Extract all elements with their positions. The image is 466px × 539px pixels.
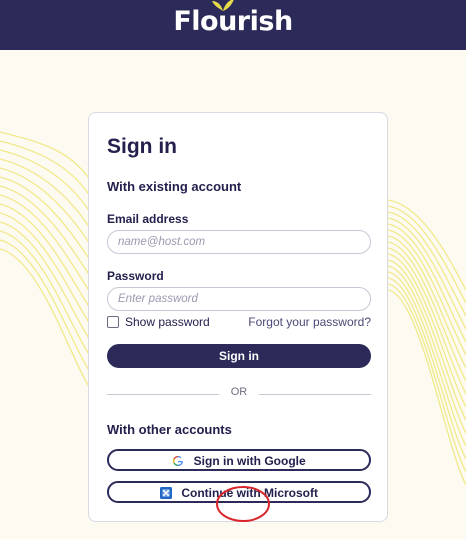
google-signin-button[interactable]: Sign in with Google bbox=[107, 449, 371, 471]
red-annotation-circle bbox=[216, 486, 270, 522]
google-icon bbox=[173, 455, 184, 466]
email-label: Email address bbox=[107, 212, 189, 226]
signin-button[interactable]: Sign in bbox=[107, 344, 371, 368]
email-field[interactable] bbox=[107, 230, 371, 254]
signin-card: Sign in With existing account Email addr… bbox=[88, 112, 388, 522]
microsoft-icon bbox=[160, 486, 172, 499]
leaf-icon bbox=[212, 0, 234, 11]
show-password-label[interactable]: Show password bbox=[125, 315, 210, 329]
other-accounts-heading: With other accounts bbox=[107, 422, 232, 437]
password-label: Password bbox=[107, 269, 164, 283]
password-field[interactable] bbox=[107, 287, 371, 311]
show-password-checkbox[interactable] bbox=[107, 316, 119, 328]
page-title: Sign in bbox=[107, 135, 177, 158]
or-divider-text: OR bbox=[230, 386, 248, 398]
app-header: Flourish bbox=[0, 0, 466, 50]
forgot-password-link[interactable]: Forgot your password? bbox=[248, 315, 371, 329]
google-button-label: Sign in with Google bbox=[193, 453, 306, 468]
existing-account-heading: With existing account bbox=[107, 179, 242, 194]
divider-right bbox=[259, 394, 371, 395]
